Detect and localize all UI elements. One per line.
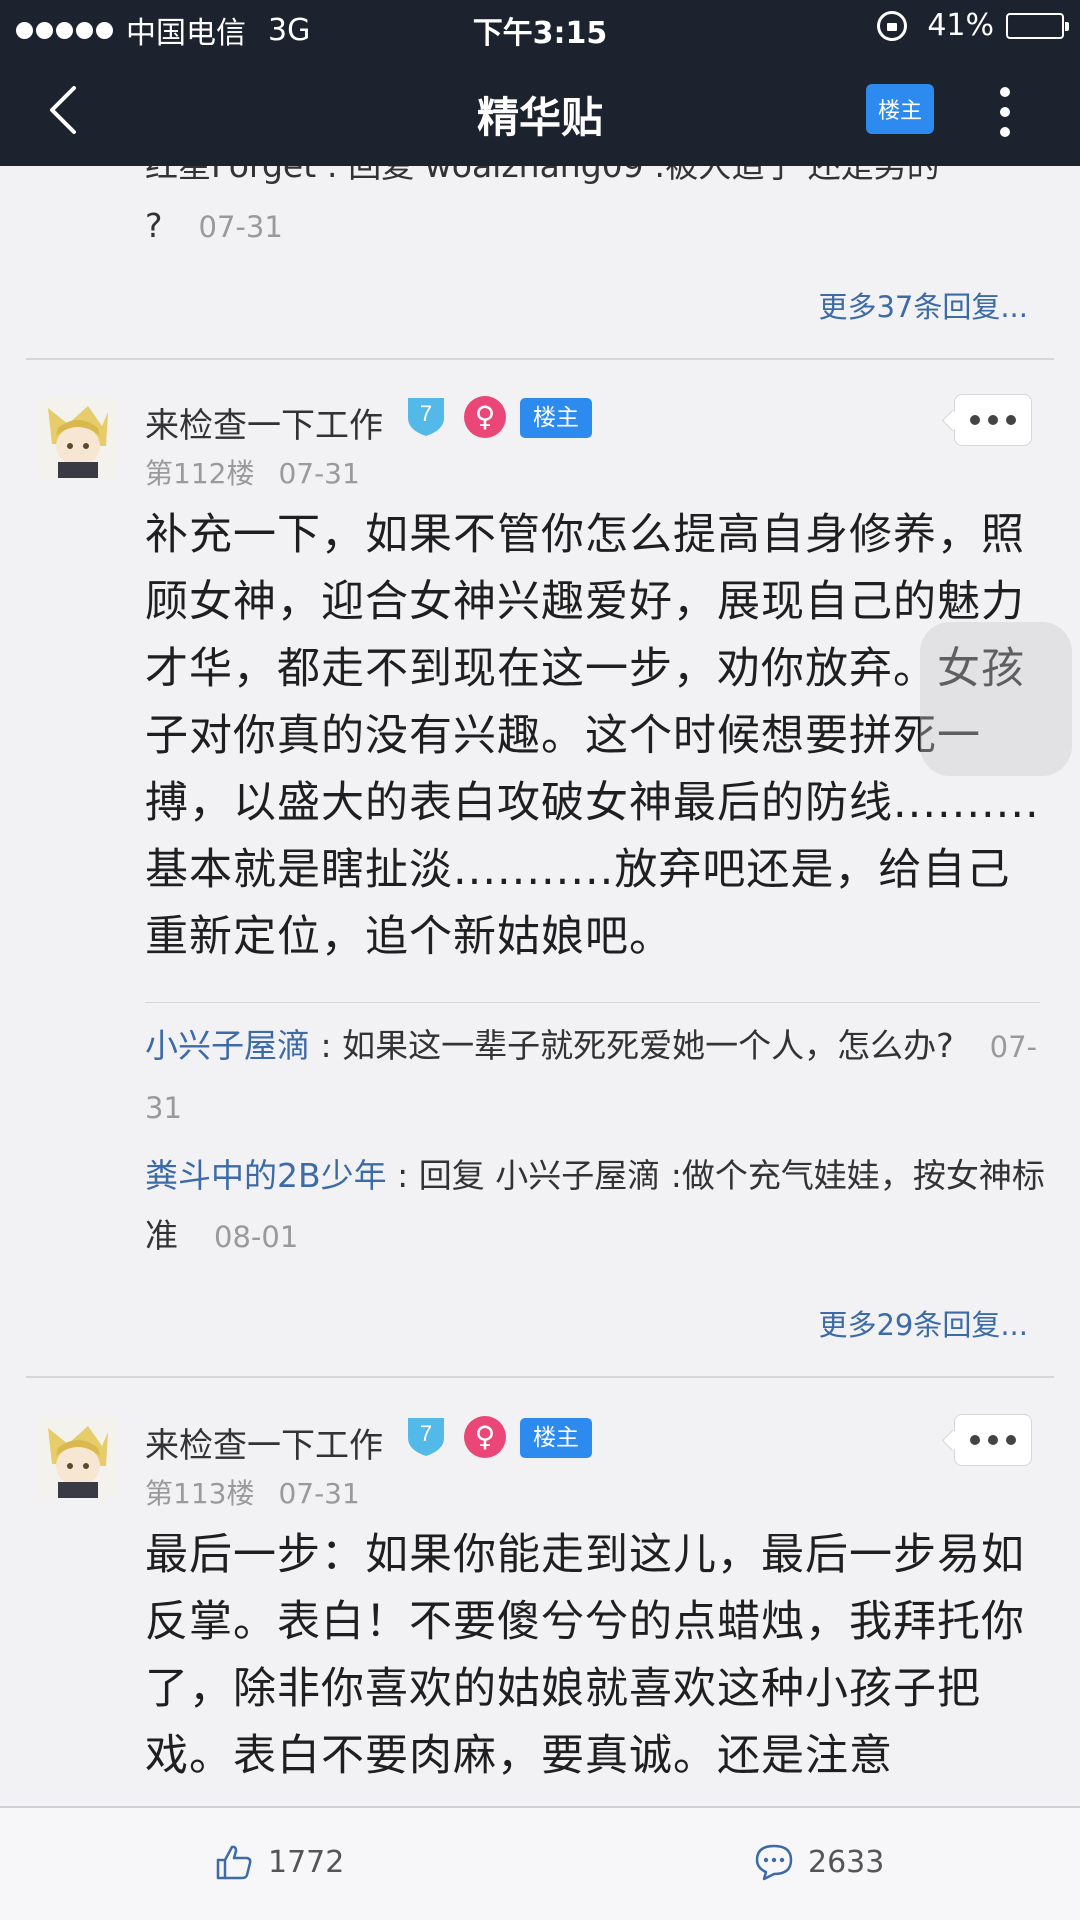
- female-icon: ♀: [464, 396, 506, 438]
- rotation-lock-icon: [877, 10, 908, 41]
- reply-fragment-continuation: ? 07-31: [145, 206, 283, 245]
- host-badge: 楼主: [520, 398, 592, 438]
- floor-number: 第113楼: [145, 1477, 255, 1510]
- post-date: 07-31: [278, 1477, 360, 1510]
- reply-item[interactable]: 粪斗中的2B少年 : 回复 小兴子屋滴 :做个充气娃娃，按女神标准 08-01: [145, 1146, 1045, 1267]
- like-button[interactable]: 1772: [214, 1842, 344, 1882]
- top-bar: 中国电信 3G 下午3:15 41% 精华贴 楼主: [0, 0, 1080, 166]
- status-bar: 中国电信 3G 下午3:15 41%: [0, 0, 1080, 54]
- navigation-bar: 精华贴 楼主: [0, 54, 1080, 166]
- avatar[interactable]: [38, 398, 118, 478]
- post-more-button[interactable]: [954, 1414, 1032, 1466]
- battery-percent: 41%: [927, 8, 994, 43]
- back-button[interactable]: [40, 82, 96, 138]
- post-username[interactable]: 来检查一下工作: [145, 398, 383, 447]
- post-thread[interactable]: 红星Forget : 回复 woaizhang09 :被人追了 还是男的 ?07…: [0, 166, 1080, 1806]
- like-count: 1772: [268, 1844, 345, 1880]
- reply-fragment-text: 红星Forget : 回复 woaizhang09 :被人追了 还是男的: [145, 166, 940, 185]
- battery-icon: [1006, 12, 1069, 39]
- dot-icon: [1000, 107, 1010, 117]
- svg-text:7: 7: [420, 1421, 432, 1446]
- host-badge: 楼主: [520, 1418, 592, 1458]
- comment-bubble-icon: [755, 1844, 793, 1881]
- reply-date: 08-01: [214, 1220, 299, 1254]
- post-divider: [26, 358, 1054, 360]
- comment-button[interactable]: 2633: [754, 1842, 884, 1882]
- reply-section-divider: [145, 1002, 1040, 1003]
- reply-username[interactable]: 粪斗中的2B少年: [145, 1156, 387, 1195]
- post-more-button[interactable]: [954, 394, 1032, 446]
- comment-count: 2633: [808, 1844, 885, 1880]
- floor-number: 第112楼: [145, 457, 255, 490]
- reply-text: 如果这一辈子就死死爱她一个人，怎么办?: [342, 1026, 954, 1065]
- anime-avatar-icon: [38, 1418, 118, 1498]
- scroll-indicator: [920, 622, 1072, 776]
- reply-item[interactable]: 小兴子屋滴 : 如果这一辈子就死死爱她一个人，怎么办? 07-31: [145, 1016, 1045, 1138]
- bottom-action-bar: 1772 2633: [0, 1806, 1080, 1920]
- more-options-button[interactable]: [990, 84, 1020, 140]
- anime-avatar-icon: [38, 398, 118, 478]
- post-body: 补充一下，如果不管你怎么提高自身修养，照顾女神，迎合女神兴趣爱好，展现自己的魅力…: [145, 510, 1040, 962]
- floor-info: 第113楼 07-31: [145, 1472, 360, 1512]
- more-replies-link[interactable]: 更多29条回复...: [818, 1302, 1028, 1344]
- thumbs-up-icon: [216, 1845, 252, 1880]
- floor-info: 第112楼 07-31: [145, 452, 360, 492]
- reply-date: 07-31: [198, 210, 283, 244]
- level-shield-icon: 7: [408, 1418, 444, 1456]
- reply-fragment: 红星Forget : 回复 woaizhang09 :被人追了 还是男的: [145, 166, 1045, 196]
- more-replies-link[interactable]: 更多37条回复...: [818, 284, 1028, 326]
- post-username[interactable]: 来检查一下工作: [145, 1418, 383, 1467]
- dot-icon: [1000, 127, 1010, 137]
- level-shield-icon: 7: [408, 398, 444, 436]
- level-badge: 7: [404, 394, 448, 438]
- post-divider: [26, 1376, 1054, 1378]
- post-body: 最后一步：如果你能走到这儿，最后一步易如反掌。表白！不要傻兮兮的点蜡烛，我拜托你…: [145, 1530, 1025, 1781]
- level-badge: 7: [404, 1414, 448, 1458]
- chevron-left-icon: [50, 86, 76, 134]
- svg-text:7: 7: [420, 401, 432, 426]
- host-only-button[interactable]: 楼主: [866, 84, 934, 134]
- post-date: 07-31: [278, 457, 360, 490]
- avatar[interactable]: [38, 1418, 118, 1498]
- female-icon: ♀: [464, 1416, 506, 1458]
- dot-icon: [1000, 87, 1010, 97]
- reply-username[interactable]: 小兴子屋滴: [145, 1026, 310, 1065]
